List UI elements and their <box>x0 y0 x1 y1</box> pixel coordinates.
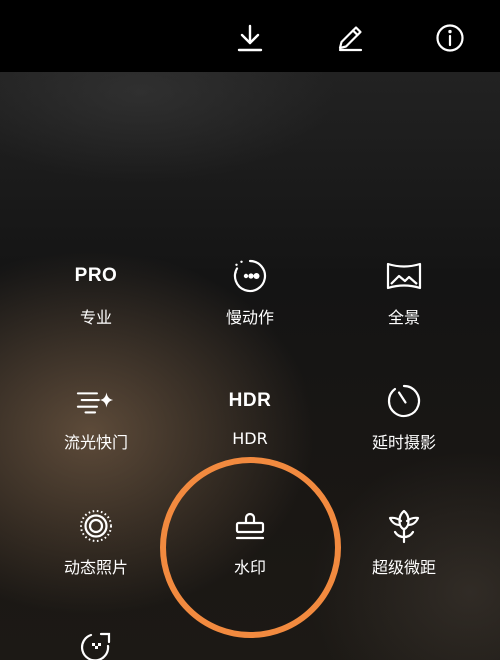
panorama-icon <box>384 256 424 296</box>
mode-label: 慢动作 <box>225 308 274 327</box>
mode-time-lapse[interactable]: 延时摄影 <box>334 381 474 491</box>
stamp-icon <box>230 506 270 546</box>
mode-label: 延时摄影 <box>371 433 436 452</box>
pro-icon: PRO <box>74 256 118 296</box>
mode-label: 动态照片 <box>63 558 128 577</box>
mode-label: 流光快门 <box>63 433 128 452</box>
moving-picture-icon <box>76 506 116 546</box>
edit-button[interactable] <box>330 18 370 58</box>
hdr-icon: HDR <box>228 381 272 421</box>
info-button[interactable] <box>430 18 470 58</box>
mode-moving-picture[interactable]: 动态照片 <box>26 506 166 616</box>
mode-label: 水印 <box>233 558 266 577</box>
flower-icon <box>384 506 424 546</box>
mode-panorama[interactable]: 全景 <box>334 256 474 366</box>
mode-light-painting[interactable]: 流光快门 <box>26 381 166 491</box>
hdr-icon-text: HDR <box>228 390 272 411</box>
mode-label: 超级微距 <box>371 558 436 577</box>
mode-slow-motion[interactable]: 慢动作 <box>180 256 320 366</box>
light-painting-icon <box>76 381 116 421</box>
download-icon <box>237 24 263 52</box>
mode-hdr[interactable]: HDR HDR <box>180 381 320 491</box>
mode-partial[interactable] <box>26 630 166 660</box>
slow-motion-icon <box>230 256 270 296</box>
scan-icon <box>76 630 116 660</box>
timer-icon <box>384 381 424 421</box>
info-icon <box>436 24 464 52</box>
mode-super-macro[interactable]: 超级微距 <box>334 506 474 616</box>
edit-icon <box>338 26 363 52</box>
mode-label: 全景 <box>387 308 420 327</box>
mode-label: HDR <box>232 429 268 448</box>
mode-pro[interactable]: PRO 专业 <box>26 256 166 366</box>
mode-watermark[interactable]: 水印 <box>180 506 320 616</box>
mode-label: 专业 <box>79 308 112 327</box>
top-toolbar <box>0 0 500 72</box>
pro-icon-text: PRO <box>74 265 118 286</box>
download-button[interactable] <box>230 18 270 58</box>
